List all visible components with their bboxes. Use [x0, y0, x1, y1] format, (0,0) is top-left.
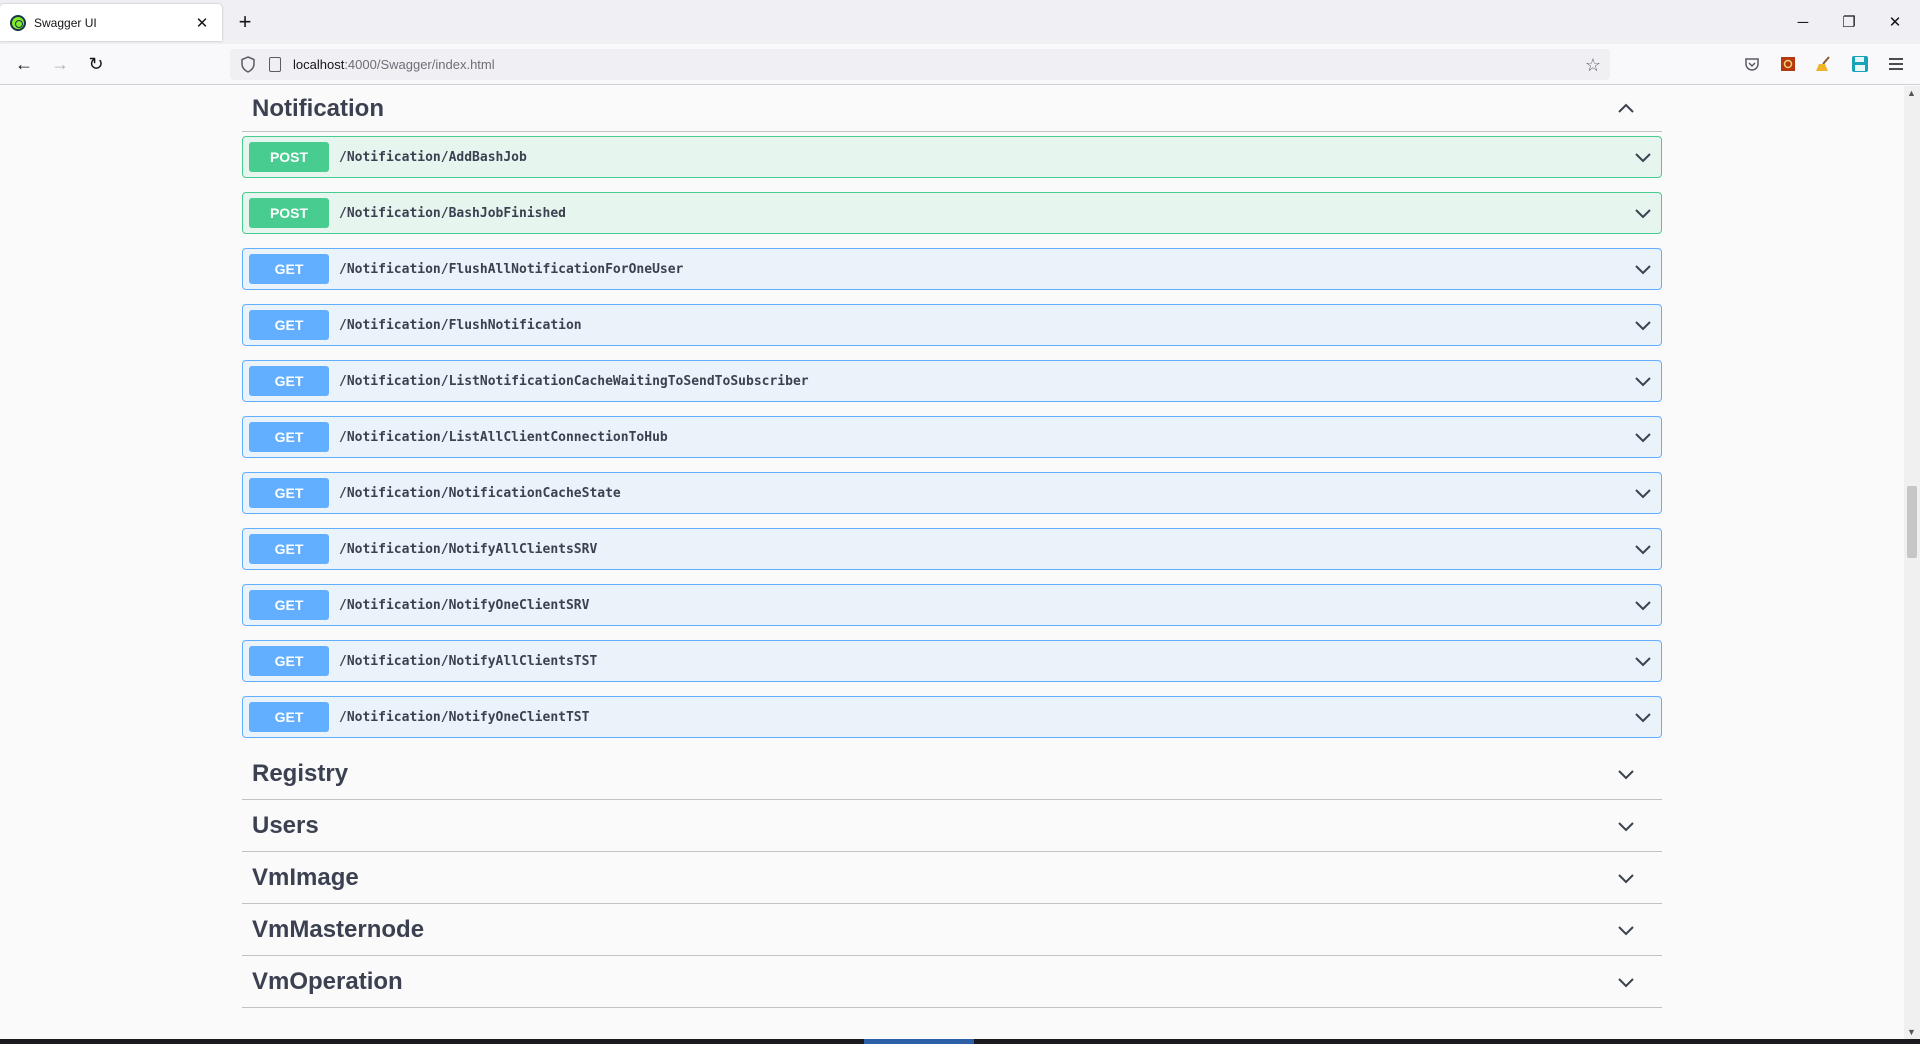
chevron-down-icon[interactable] — [1616, 920, 1636, 940]
chevron-up-icon[interactable] — [1616, 99, 1636, 119]
chevron-down-icon[interactable] — [1633, 259, 1653, 279]
chevron-down-icon[interactable] — [1633, 427, 1653, 447]
url-text[interactable]: localhost:4000/Swagger/index.html — [293, 57, 495, 72]
operation-row[interactable]: POST/Notification/BashJobFinished — [242, 192, 1662, 234]
bookmark-star-icon[interactable]: ☆ — [1580, 52, 1606, 78]
url-host: localhost — [293, 57, 345, 72]
operation-row[interactable]: GET/Notification/NotifyOneClientTST — [242, 696, 1662, 738]
page-scrollbar[interactable]: ▲ ▼ — [1904, 86, 1920, 1039]
tab-title: Swagger UI — [34, 15, 97, 30]
tab-strip: Swagger UI ✕ + ─ ❐ ✕ — [0, 0, 1920, 44]
method-badge: GET — [249, 254, 329, 284]
taskbar-highlight — [864, 1039, 974, 1044]
section-header[interactable]: Registry — [242, 748, 1662, 800]
chevron-down-icon[interactable] — [1633, 595, 1653, 615]
method-badge: GET — [249, 534, 329, 564]
operation-path: /Notification/BashJobFinished — [339, 205, 566, 221]
section-title: VmMasternode — [252, 915, 425, 943]
method-badge: GET — [249, 590, 329, 620]
chevron-down-icon[interactable] — [1616, 972, 1636, 992]
section-header[interactable]: VmOperation — [242, 956, 1662, 1008]
operation-path: /Notification/FlushNotification — [339, 317, 582, 333]
operation-row[interactable]: GET/Notification/ListAllClientConnection… — [242, 416, 1662, 458]
section-title: VmOperation — [252, 967, 403, 995]
method-badge: GET — [249, 422, 329, 452]
close-window-button[interactable]: ✕ — [1872, 0, 1918, 44]
operation-row[interactable]: GET/Notification/NotifyAllClientsSRV — [242, 528, 1662, 570]
operations-list: POST/Notification/AddBashJob POST/Notific… — [242, 132, 1662, 748]
new-tab-button[interactable]: + — [232, 9, 258, 35]
back-button[interactable]: ← — [10, 50, 38, 78]
method-badge: POST — [249, 142, 329, 172]
operation-row[interactable]: POST/Notification/AddBashJob — [242, 136, 1662, 178]
chevron-down-icon[interactable] — [1633, 707, 1653, 727]
swagger-favicon-icon — [10, 14, 26, 31]
scroll-down-arrow-icon[interactable]: ▼ — [1907, 1027, 1916, 1037]
chevron-down-icon[interactable] — [1616, 816, 1636, 836]
section-title: Users — [252, 811, 319, 839]
operation-row[interactable]: GET/Notification/FlushAllNotificationFor… — [242, 248, 1662, 290]
method-badge: GET — [249, 646, 329, 676]
page-viewport: Notification POST/Notification/AddBashJo… — [0, 86, 1904, 1039]
url-path: :4000/Swagger/index.html — [344, 57, 495, 72]
restore-button[interactable]: ❐ — [1826, 0, 1872, 44]
tab-close-icon[interactable]: ✕ — [192, 13, 212, 33]
page-info-icon[interactable] — [269, 57, 281, 72]
section-header[interactable]: VmImage — [242, 852, 1662, 904]
method-badge: GET — [249, 366, 329, 396]
operation-row[interactable]: GET/Notification/NotifyAllClientsTST — [242, 640, 1662, 682]
chevron-down-icon[interactable] — [1616, 764, 1636, 784]
method-badge: GET — [249, 702, 329, 732]
operation-path: /Notification/ListAllClientConnectionToH… — [339, 429, 668, 445]
scrollbar-thumb[interactable] — [1907, 486, 1917, 558]
tab-swagger-ui[interactable]: Swagger UI ✕ — [0, 4, 222, 41]
menu-icon[interactable] — [1886, 54, 1906, 74]
forward-button[interactable]: → — [46, 50, 74, 78]
scroll-up-arrow-icon[interactable]: ▲ — [1907, 88, 1916, 98]
navigation-bar: ← → ↻ localhost:4000/Swagger/index.html … — [0, 44, 1920, 85]
operation-path: /Notification/NotifyAllClientsTST — [339, 653, 598, 669]
chevron-down-icon[interactable] — [1633, 651, 1653, 671]
chevron-down-icon[interactable] — [1633, 147, 1653, 167]
address-bar[interactable]: localhost:4000/Swagger/index.html ☆ — [230, 49, 1610, 80]
operation-row[interactable]: GET/Notification/FlushNotification — [242, 304, 1662, 346]
minimize-button[interactable]: ─ — [1780, 0, 1826, 44]
operation-row[interactable]: GET/Notification/ListNotificationCacheWa… — [242, 360, 1662, 402]
section-title: VmImage — [252, 863, 359, 891]
operation-row[interactable]: GET/Notification/NotificationCacheState — [242, 472, 1662, 514]
section-title: Registry — [252, 759, 349, 787]
browser-window: Swagger UI ✕ + ─ ❐ ✕ ← → ↻ localhost:400… — [0, 0, 1920, 1044]
pocket-icon[interactable] — [1742, 54, 1762, 74]
operation-row[interactable]: GET/Notification/NotifyOneClientSRV — [242, 584, 1662, 626]
chevron-down-icon[interactable] — [1633, 371, 1653, 391]
shield-icon[interactable] — [240, 56, 256, 73]
chevron-down-icon[interactable] — [1633, 539, 1653, 559]
operation-path: /Notification/NotifyAllClientsSRV — [339, 541, 598, 557]
taskbar-edge — [0, 1039, 1920, 1044]
broom-extension-icon[interactable] — [1814, 54, 1834, 74]
section-notification[interactable]: Notification — [242, 86, 1662, 132]
method-badge: POST — [249, 198, 329, 228]
chevron-down-icon[interactable] — [1633, 315, 1653, 335]
chevron-down-icon[interactable] — [1633, 203, 1653, 223]
method-badge: GET — [249, 310, 329, 340]
save-extension-icon[interactable] — [1850, 54, 1870, 74]
chevron-down-icon[interactable] — [1633, 483, 1653, 503]
operation-path: /Notification/NotifyOneClientSRV — [339, 597, 590, 613]
operation-path: /Notification/FlushAllNotificationForOne… — [339, 261, 684, 277]
operation-path: /Notification/ListNotificationCacheWaiti… — [339, 373, 809, 389]
swagger-container: Notification POST/Notification/AddBashJo… — [242, 86, 1662, 1008]
operation-path: /Notification/NotificationCacheState — [339, 485, 621, 501]
extension-icon[interactable] — [1778, 54, 1798, 74]
collapsed-sections: Registry Users VmImage VmMasternode VmOperat… — [242, 748, 1662, 1008]
operation-path: /Notification/AddBashJob — [339, 149, 527, 165]
section-header[interactable]: Users — [242, 800, 1662, 852]
reload-button[interactable]: ↻ — [82, 50, 110, 78]
section-title-notification: Notification — [252, 94, 384, 122]
section-header[interactable]: VmMasternode — [242, 904, 1662, 956]
chevron-down-icon[interactable] — [1616, 868, 1636, 888]
operation-path: /Notification/NotifyOneClientTST — [339, 709, 590, 725]
method-badge: GET — [249, 478, 329, 508]
